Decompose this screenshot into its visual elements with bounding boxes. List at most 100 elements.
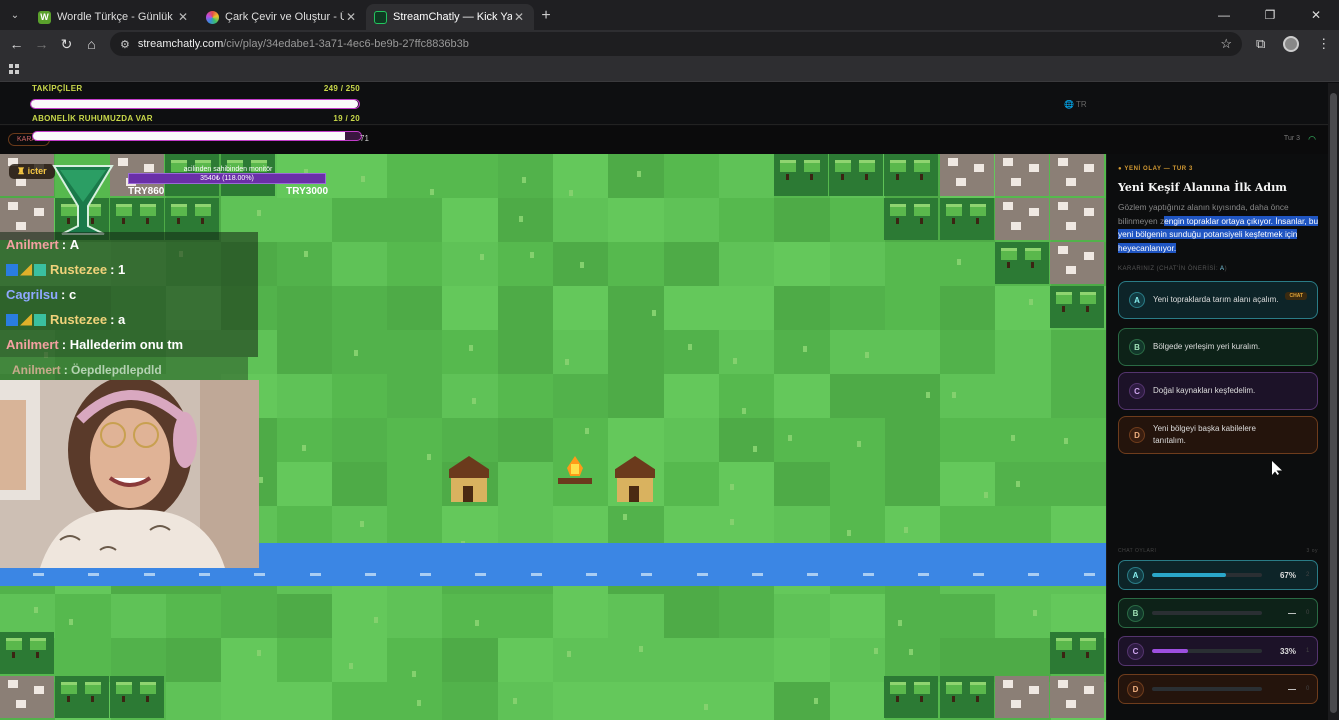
grass-tile (718, 682, 775, 720)
close-tab-icon[interactable]: ✕ (512, 10, 526, 24)
close-tab-icon[interactable]: ✕ (176, 10, 190, 24)
chat-message: Rustezee: a (0, 307, 258, 332)
vote-bar-fill (1152, 573, 1226, 577)
water-ripple (696, 573, 708, 576)
grass-tile (1050, 374, 1106, 418)
grass-tile (718, 198, 775, 242)
donation-right: TRY3000 (286, 186, 328, 197)
grass-tile (774, 330, 831, 374)
water-ripple (198, 573, 210, 576)
stream-subbar: KARAR 71 Tur 3 ◠ (0, 126, 1328, 154)
grass-tuft (951, 391, 956, 398)
grass-tile (829, 374, 886, 418)
grass-tuft (1064, 437, 1069, 444)
grass-tile (442, 242, 499, 286)
vote-count: 0 (1306, 686, 1310, 692)
stream-chat: Anilmert: A Rustezee: 1 Cagrilsu: c Rust… (0, 232, 258, 382)
grass-tile (497, 242, 554, 286)
grass-tile (718, 242, 775, 286)
streamchatly-favicon-icon (374, 10, 387, 24)
grass-tuft (956, 258, 961, 265)
grass-tile (442, 682, 499, 720)
vote-percent: 67% (1279, 570, 1296, 580)
vote-bar (1152, 611, 1262, 615)
page-scrollbar[interactable] (1328, 83, 1339, 720)
grass-tile (221, 594, 278, 638)
vote-row-d: D — 0 (1118, 674, 1318, 704)
chat-sep: : (110, 312, 119, 327)
grass-tile (608, 638, 665, 682)
chat-text: a (118, 312, 126, 327)
grass-tile (387, 330, 444, 374)
grass-tile (940, 462, 997, 506)
grass-tile (442, 374, 499, 418)
vote-count: 2 (1306, 572, 1310, 578)
bookmark-star-icon[interactable]: ☆ (1220, 36, 1232, 52)
apps-grid-icon[interactable] (9, 64, 19, 74)
forward-icon[interactable]: → (29, 36, 54, 52)
option-letter: A (1129, 292, 1145, 308)
grass-tile (331, 682, 388, 720)
grass-tile (829, 462, 886, 506)
reload-icon[interactable]: ↻ (54, 36, 79, 53)
grass-tile (663, 242, 720, 286)
water-ripple (33, 573, 44, 576)
close-window-icon[interactable]: ✕ (1293, 0, 1339, 30)
vote-percent: — (1288, 684, 1296, 694)
tree-icon (1050, 632, 1104, 674)
grass-tuft (303, 251, 308, 258)
extensions-icon[interactable]: ⧉ (1256, 36, 1265, 52)
tab-wordle[interactable]: W Wordle Türkçe - Günlük Kelime ✕ (30, 4, 198, 30)
option-d-button[interactable]: D Yeni bölgeyi başka kabilelere tanıtalı… (1118, 416, 1318, 454)
icter-label: icter (27, 166, 47, 176)
close-tab-icon[interactable]: ✕ (344, 10, 358, 24)
home-icon[interactable]: ⌂ (79, 36, 104, 52)
webcam-feed (0, 380, 259, 568)
site-info-icon[interactable]: ⚙ (120, 38, 130, 51)
profile-avatar[interactable] (1283, 36, 1300, 52)
water-ripple (530, 573, 542, 576)
tab-search-icon[interactable]: ⌄ (4, 4, 26, 26)
grass-tile (331, 154, 388, 198)
grass-tuft (898, 619, 903, 626)
minimize-icon[interactable]: — (1201, 0, 1247, 30)
badge-icon (20, 313, 32, 326)
votes-title: CHAT OYLARI (1118, 548, 1157, 554)
grass-tile (276, 330, 333, 374)
diamond-glass-icon (52, 165, 114, 235)
decision-label-close: ) (1224, 266, 1228, 272)
grass-tuft (925, 391, 930, 398)
grass-tile (774, 374, 831, 418)
url-input[interactable]: ⚙ streamchatly.com/civ/play/34edabe1-3a7… (110, 32, 1242, 56)
restore-icon[interactable]: ❐ (1247, 0, 1293, 30)
grass-tile (387, 154, 444, 198)
icter-badge: ♜ icter (9, 164, 55, 179)
water-ripple (751, 573, 763, 576)
new-tab-icon[interactable]: + (534, 4, 558, 28)
grass-tile (718, 286, 775, 330)
option-letter: B (1129, 339, 1145, 355)
chat-text: Hallederim onu tm (69, 337, 184, 352)
rock-icon (995, 198, 1049, 240)
tree-icon (829, 154, 883, 196)
vote-letter: D (1127, 680, 1144, 698)
back-icon[interactable]: ← (4, 36, 29, 52)
grass-tuft (579, 261, 584, 268)
option-b-button[interactable]: B Bölgede yerleşim yeri kuralım. (1118, 328, 1318, 366)
tab-streamchatly[interactable]: StreamChatly — Kick Yayıncıları ✕ (366, 4, 534, 30)
option-a-button[interactable]: A Yeni topraklarda tarım alanı açalım. C… (1118, 281, 1318, 319)
campfire-icon (558, 456, 592, 488)
tab-title: Çark Çevir ve Oluştur - Ücretsiz (225, 11, 344, 23)
water-ripple (586, 573, 597, 576)
tab-cark-cevir[interactable]: Çark Çevir ve Oluştur - Ücretsiz ✕ (198, 4, 366, 30)
grass-tile (774, 682, 831, 720)
followers-progress-fill (31, 100, 358, 108)
water-ripple (1083, 573, 1095, 576)
menu-dots-icon[interactable]: ⋮ (1317, 36, 1330, 52)
bookmarks-bar (0, 58, 1339, 82)
grass-tuft (584, 427, 589, 434)
grass-tile (331, 462, 388, 506)
scrollbar-thumb[interactable] (1330, 93, 1337, 713)
water-ripple (807, 573, 819, 576)
option-c-button[interactable]: C Doğal kaynakları keşfedelim. (1118, 372, 1318, 410)
